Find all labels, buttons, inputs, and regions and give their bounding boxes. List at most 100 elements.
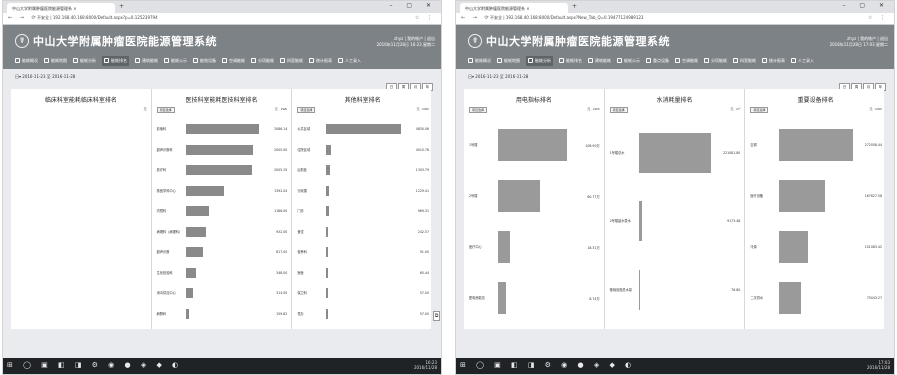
date-range-selector[interactable]: 日▾ 2016-11-23 至 2016-11-28 — [468, 74, 528, 80]
ranking-row[interactable]: 超声诊断科 2005.00 — [152, 140, 292, 161]
ranking-row[interactable]: 医疗设备 167627.58 — [745, 170, 886, 221]
menu-item-icon — [675, 58, 680, 63]
menu-item[interactable]: 能耗地图 — [497, 56, 520, 66]
ranking-row[interactable]: 食堂 242.57 — [292, 222, 433, 243]
row-value: 969.31 — [417, 209, 429, 214]
ranking-row[interactable]: 冷源 101083.42 — [745, 222, 886, 273]
date-range-selector[interactable]: 日▾ 2016-11-23 至 2016-11-28 — [15, 74, 75, 80]
window-controls[interactable]: – ▢ ✕ — [842, 2, 890, 9]
ranking-row[interactable]: 基础设施总水量 76.80 — [605, 256, 745, 324]
ranking-row[interactable]: 2号楼 60.77万 — [464, 170, 604, 221]
url-field[interactable]: 不安全 | 192.168.40.168:8000/Default.aspx?N… — [490, 15, 643, 21]
menu-item[interactable]: 空调能耗 — [675, 56, 698, 66]
ranking-row[interactable]: 病理科（病理科） 932.00 — [152, 222, 292, 243]
window-controls[interactable]: – ▢ ✕ — [389, 2, 437, 9]
new-tab-icon[interactable]: + — [119, 3, 124, 10]
ranking-row[interactable]: 住院区域 4010.76 — [292, 140, 433, 161]
nav-buttons[interactable]: ← → ⟳ — [461, 15, 492, 21]
screenshot-ranking-resources: 中山大学附属肿瘤医院能源管理系 × + – ▢ ✕ ← → ⟳ 不安全 | 192.16… — [455, 0, 895, 375]
menu-item[interactable]: 空调能耗 — [222, 56, 245, 66]
row-label: 医疗中心 — [469, 245, 482, 250]
menu-item[interactable]: 人工录入 — [791, 56, 814, 66]
browser-tab[interactable]: 中山大学附属肿瘤医院能源管理系 × — [460, 3, 568, 13]
menu-item[interactable]: 建筑能耗 — [588, 56, 611, 66]
row-value: 2005.00 — [274, 147, 288, 152]
menu-item[interactable]: 能耗排名 — [102, 56, 129, 66]
ranking-row[interactable]: 内镜科 1186.00 — [152, 201, 292, 222]
row-label: 1号楼总水 — [609, 151, 625, 156]
ranking-row[interactable]: 空调 272058.44 — [745, 119, 886, 170]
row-label: 核医学科中心 — [156, 188, 176, 193]
menu-item[interactable]: 能效设备 — [193, 56, 216, 66]
panel-title: 水消耗量排名 — [656, 97, 693, 104]
menu-item[interactable]: 能耗分析 — [526, 56, 553, 66]
menu-item[interactable]: 分项能耗 — [251, 56, 274, 66]
ranking-row[interactable]: 配电房能总 8.74万 — [464, 273, 604, 324]
ranking-row[interactable]: 2号楼副水表水 9173.48 — [605, 187, 745, 255]
menu-item[interactable]: 能耗概况 — [15, 56, 38, 66]
menu-item[interactable]: 重点设备 — [646, 56, 669, 66]
menu-item[interactable]: 统计报表 — [762, 56, 785, 66]
panel-header: 项目选择 元 · kWh — [152, 105, 292, 115]
panel-title: 其他科室排名 — [344, 97, 381, 104]
ranking-row[interactable]: 消毒供应中心 314.00 — [152, 283, 292, 304]
ranking-row[interactable]: 宿舍 65.44 — [292, 263, 433, 284]
ranking-row[interactable]: 后勤处 1303.79 — [292, 160, 433, 181]
ranking-row[interactable]: 放疗科 2005.25 — [152, 160, 292, 181]
menu-item[interactable]: 分项能耗 — [704, 56, 727, 66]
row-label: 麻醉科 — [156, 311, 167, 316]
ranking-row[interactable]: 生化检验科 348.00 — [152, 263, 292, 284]
menu-item[interactable]: 人工录入 — [338, 56, 361, 66]
menu-item[interactable]: 统计报表 — [309, 56, 332, 66]
row-value: 76.80 — [731, 287, 741, 292]
nav-buttons[interactable]: ← → ⟳ — [8, 15, 39, 21]
ranking-row[interactable]: 营养科 91.00 — [292, 242, 433, 263]
ranking-row[interactable]: 核医学科中心 1392.04 — [152, 181, 292, 202]
panel-header: 项目选择 元 · kWh — [292, 105, 433, 115]
row-value: 242.57 — [417, 229, 429, 234]
ranking-row[interactable]: 1号楼总水 221081.80 — [605, 119, 745, 187]
ranking-row[interactable]: 党办 57.00 — [292, 304, 433, 325]
row-label: 二次供水 — [750, 296, 764, 301]
menu-item[interactable]: 能耗概况 — [468, 56, 491, 66]
ranking-row[interactable]: 麻醉科 159.82 — [152, 304, 292, 325]
taskbar-app-icons[interactable]: ⊞ ◯ ▣ ◧ ◨ ⚙ ◉ ● ◈ ◆ ◐ — [7, 361, 182, 369]
menu-item[interactable]: 科室能耗 — [733, 56, 756, 66]
new-tab-icon[interactable]: + — [572, 3, 577, 10]
menu-item[interactable]: 建筑能耗 — [135, 56, 158, 66]
ranking-row[interactable]: 公共区域 4830.06 — [292, 119, 433, 140]
ranking-row[interactable]: 1号楼 108.90万 — [464, 119, 604, 170]
ranking-row[interactable]: 超声诊断 817.00 — [152, 242, 292, 263]
ranking-panel: 重要设备排名 项目选择 元 · kWh 空调 272058.44 医疗设备 167627.5… — [745, 89, 886, 329]
item-selector[interactable]: 项目选择 — [469, 107, 488, 113]
ranking-row[interactable]: 门诊 969.31 — [292, 201, 433, 222]
menu-item-icon — [73, 58, 78, 63]
row-value: 817.00 — [276, 250, 288, 255]
browser-menu-icon[interactable]: ☆ ⋮ — [868, 15, 888, 21]
ranking-row[interactable]: 保卫科 57.00 — [292, 283, 433, 304]
menu-item[interactable]: 能耗公示 — [617, 56, 640, 66]
ranking-row[interactable]: 影像科 2086.14 — [152, 119, 292, 140]
menu-item[interactable]: 能耗地图 — [44, 56, 67, 66]
row-label: 放疗科 — [156, 168, 167, 173]
menu-item[interactable]: 能耗公示 — [164, 56, 187, 66]
row-value: 272058.44 — [864, 142, 882, 147]
browser-tab[interactable]: 中山大学附属肿瘤医院能源管理系 × — [7, 3, 115, 13]
menu-item[interactable]: 科室能耗 — [280, 56, 303, 66]
taskbar-app-icons[interactable]: ⊞ ◯ ▣ ◧ ◨ ⚙ ◉ ● ◈ ◆ ◐ — [460, 361, 635, 369]
collapse-icon[interactable]: ⧉ — [433, 311, 440, 321]
row-value: 4830.06 — [415, 127, 429, 132]
ranking-row[interactable]: 医疗中心 18.31万 — [464, 222, 604, 273]
menu-item[interactable]: 能耗排名 — [559, 56, 582, 66]
item-selector[interactable]: 项目选择 — [750, 107, 769, 113]
item-selector[interactable]: 项目选择 — [297, 107, 316, 113]
browser-tabbar: 中山大学附属肿瘤医院能源管理系 × + – ▢ ✕ — [3, 1, 441, 13]
ranking-row[interactable]: 行政楼 1229.41 — [292, 181, 433, 202]
item-selector[interactable]: 项目选择 — [609, 107, 628, 113]
menu-item[interactable]: 能耗分析 — [73, 56, 96, 66]
url-field[interactable]: 不安全 | 192.168.40.168:8000/Default.aspx?p… — [37, 15, 158, 21]
ranking-row[interactable]: 二次供水 75043.27 — [745, 273, 886, 324]
browser-menu-icon[interactable]: ☆ ⋮ — [415, 15, 435, 21]
item-selector[interactable]: 项目选择 — [156, 107, 175, 113]
address-bar: ← → ⟳ 不安全 | 192.168.40.168:8000/Default.a… — [456, 13, 894, 25]
